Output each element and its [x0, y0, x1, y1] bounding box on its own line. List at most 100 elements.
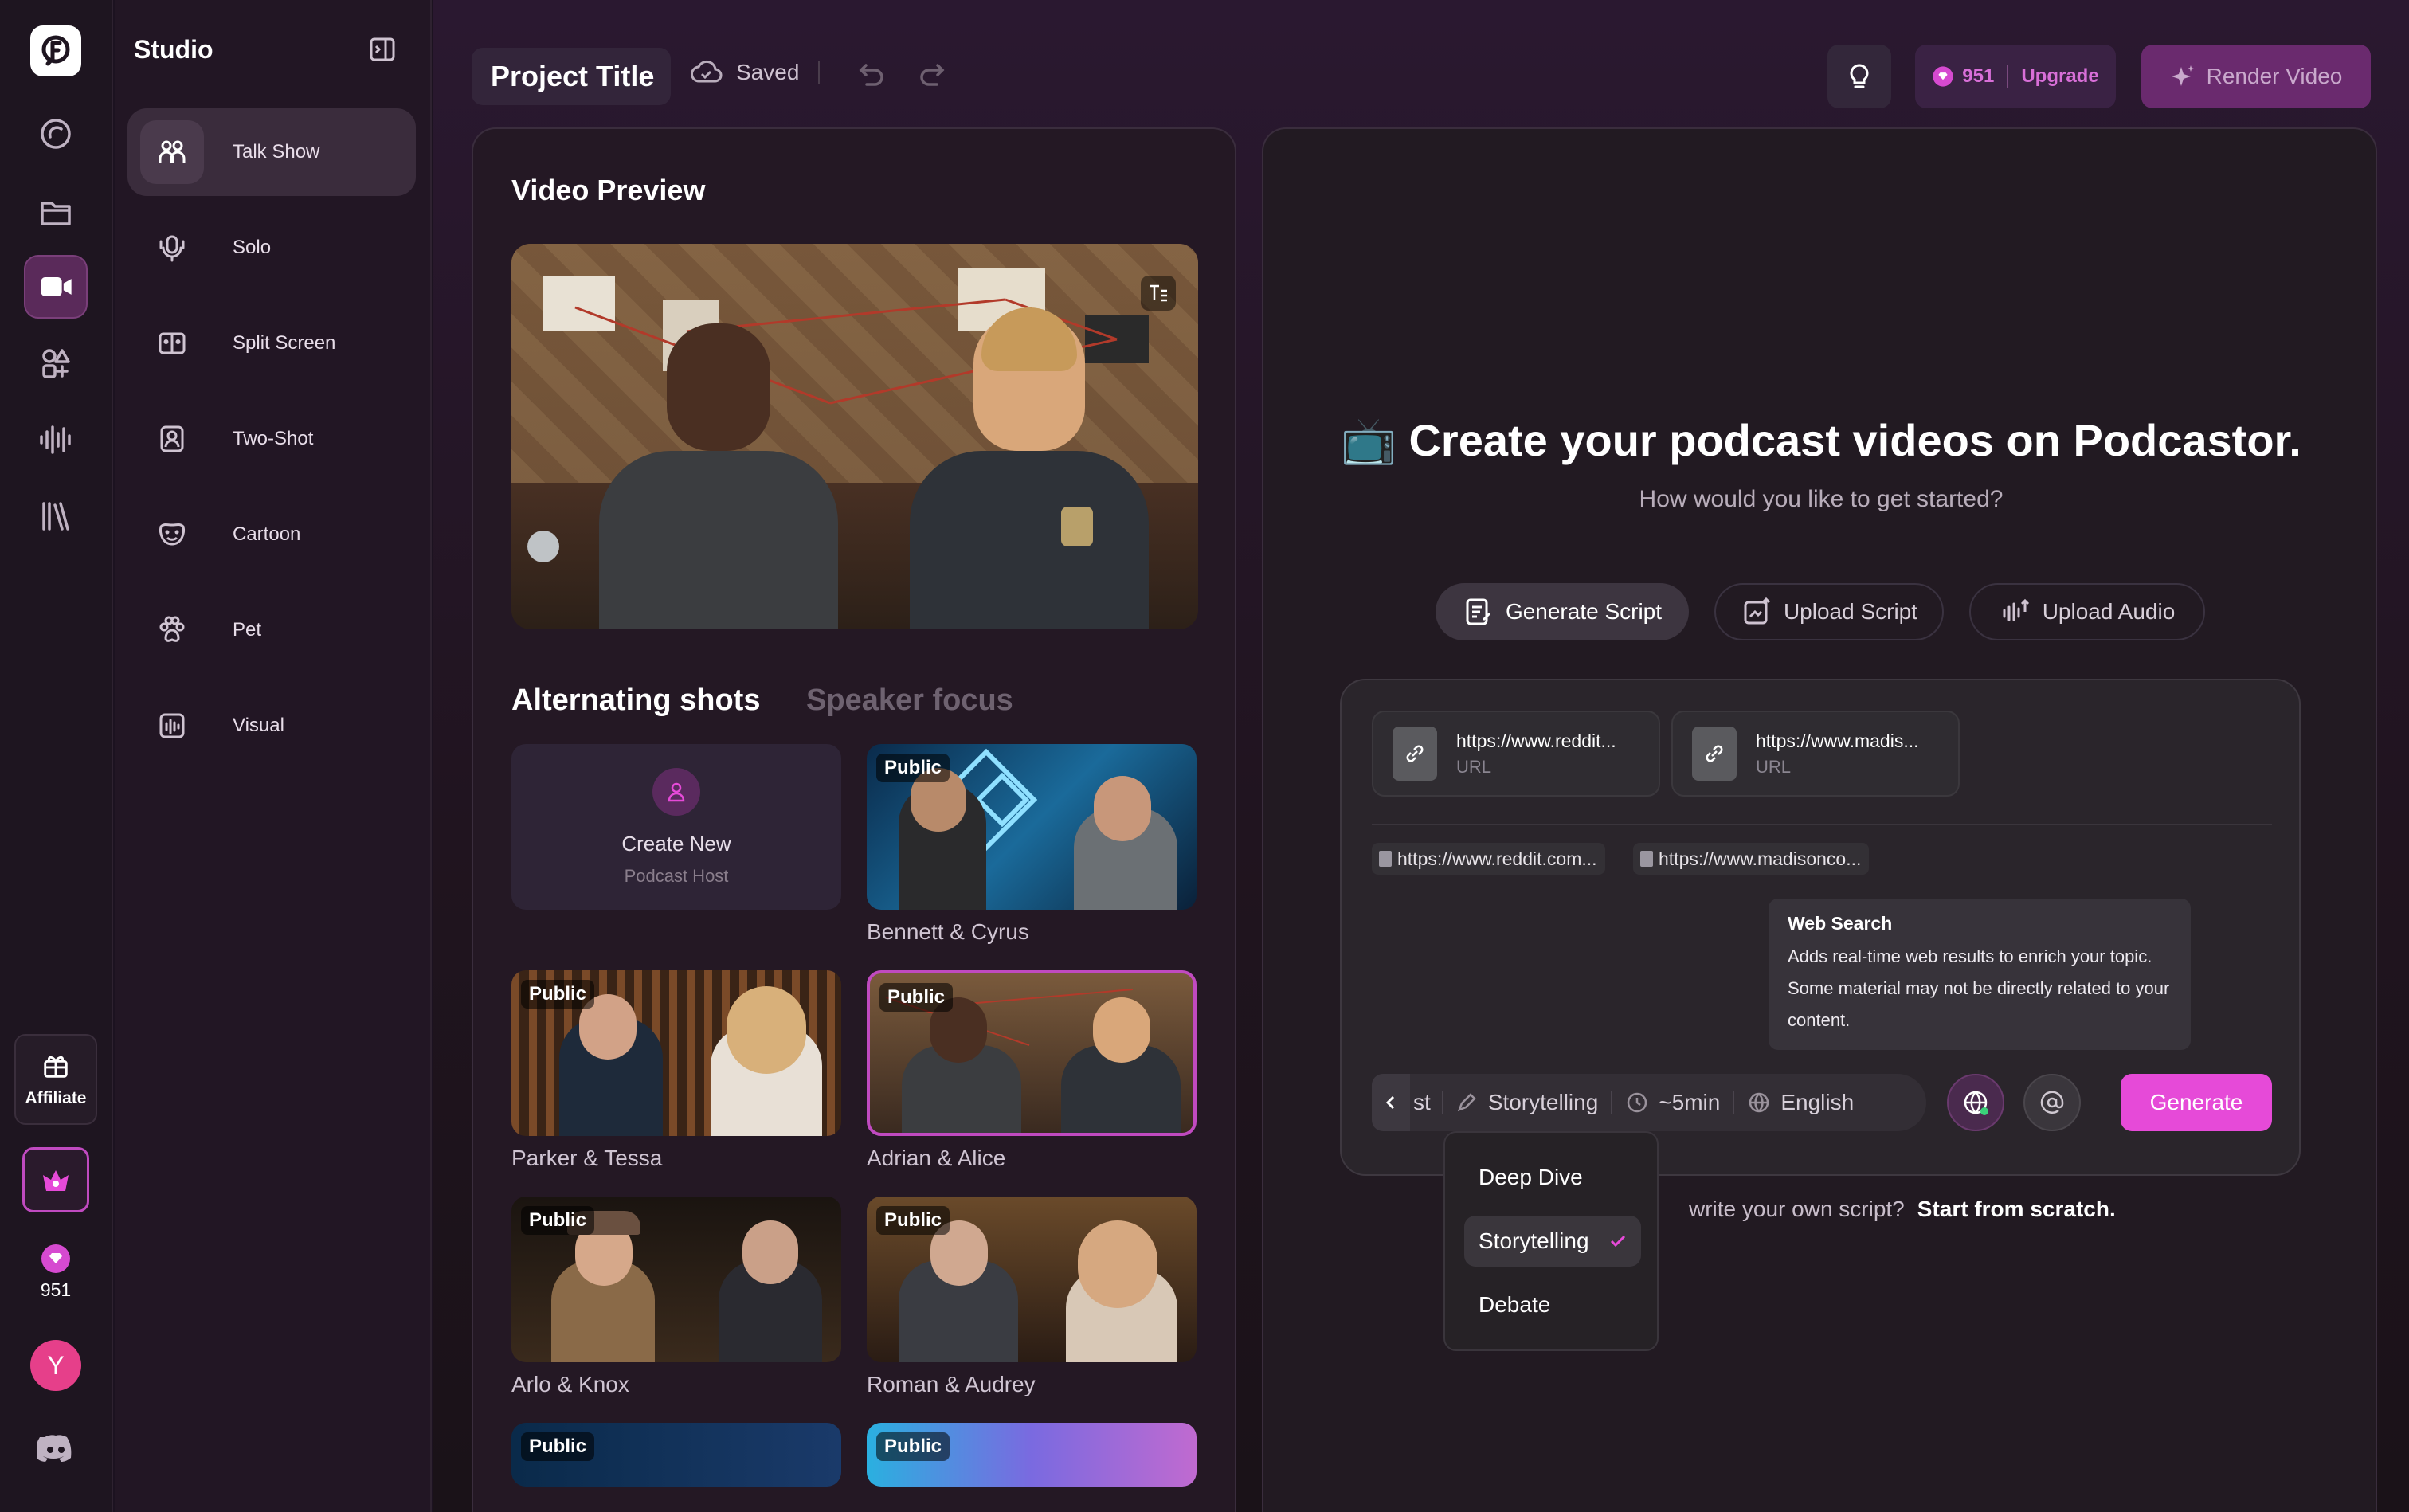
host-card-roman-audrey[interactable]: Public: [867, 1197, 1197, 1362]
host-card-partial[interactable]: Public: [511, 1423, 841, 1487]
video-preview-image: [511, 244, 1198, 629]
language-option[interactable]: English: [1780, 1090, 1854, 1115]
create-panel: 📺 Create your podcast videos on Podcasto…: [1262, 127, 2377, 1512]
upgrade-link[interactable]: Upgrade: [2021, 65, 2098, 88]
generate-button[interactable]: Generate: [2121, 1074, 2272, 1131]
host-card-arlo-knox[interactable]: Public: [511, 1197, 841, 1362]
web-search-toggle[interactable]: [1947, 1074, 2004, 1131]
mention-button[interactable]: [2023, 1074, 2081, 1131]
source-title: https://www.madis...: [1756, 730, 1919, 751]
scroll-left-button[interactable]: [1372, 1074, 1410, 1131]
app-logo[interactable]: [30, 25, 81, 76]
upload-audio-option[interactable]: Upload Audio: [1969, 583, 2205, 640]
host-name: Parker & Tessa: [511, 1146, 663, 1170]
generate-script-option[interactable]: Generate Script: [1436, 583, 1689, 640]
public-badge: Public: [521, 980, 595, 1009]
public-badge: Public: [876, 1206, 950, 1235]
upload-audio-label: Upload Audio: [2042, 599, 2176, 624]
host-name: Roman & Audrey: [867, 1372, 1036, 1396]
globe-icon: [1749, 1092, 1769, 1113]
tooltip-body: Adds real-time web results to enrich you…: [1788, 946, 2170, 1030]
avatar-letter: Y: [47, 1350, 65, 1380]
sidebar-item-label: Cartoon: [233, 523, 301, 545]
sidebar-item-two-shot[interactable]: Two-Shot: [127, 395, 416, 483]
folder-icon[interactable]: [24, 180, 88, 244]
premium-button[interactable]: [22, 1147, 89, 1212]
source-card[interactable]: https://www.reddit... URL: [1372, 711, 1660, 797]
globe-icon: [1964, 1091, 1988, 1115]
sidebar-item-visual[interactable]: Visual: [127, 682, 416, 770]
source-chip[interactable]: https://www.madisonco...: [1633, 843, 1870, 875]
sidebar-item-label: Talk Show: [233, 141, 320, 163]
avatar[interactable]: Y: [30, 1340, 81, 1391]
credits-upgrade[interactable]: 951 Upgrade: [1915, 45, 2116, 108]
source-chip[interactable]: https://www.reddit.com...: [1372, 843, 1605, 875]
tv-emoji: 📺: [1341, 415, 1396, 465]
sidebar-item-talk-show[interactable]: Talk Show: [127, 108, 416, 196]
shapes-icon[interactable]: [24, 331, 88, 395]
menu-item-label: Storytelling: [1479, 1228, 1589, 1253]
divider: [1372, 824, 2272, 825]
library-icon[interactable]: [24, 484, 88, 548]
public-badge: Public: [879, 983, 954, 1012]
host-card-adrian-alice[interactable]: Public: [867, 970, 1197, 1136]
host-figure: [1094, 776, 1151, 841]
pen-icon: [1457, 1093, 1476, 1112]
public-badge: Public: [876, 754, 950, 782]
menu-item-debate[interactable]: Debate: [1464, 1279, 1641, 1330]
style-option[interactable]: Storytelling: [1488, 1090, 1599, 1115]
credits-indicator[interactable]: 951: [24, 1243, 88, 1301]
project-title-field[interactable]: Project Title: [472, 48, 671, 105]
sidebar-item-pet[interactable]: Pet: [127, 586, 416, 674]
render-video-button[interactable]: Render Video: [2141, 45, 2371, 108]
host-card-partial[interactable]: Public: [867, 1423, 1197, 1487]
header-credits: 951: [1962, 65, 1995, 87]
source-type: URL: [1456, 756, 1492, 777]
tips-button[interactable]: [1827, 45, 1891, 108]
source-card[interactable]: https://www.madis... URL: [1671, 711, 1960, 797]
cut-option[interactable]: st: [1413, 1090, 1431, 1115]
save-status: Saved: [690, 59, 821, 86]
tab-speaker-focus[interactable]: Speaker focus: [806, 684, 1013, 718]
start-from-scratch-link[interactable]: Start from scratch.: [1917, 1197, 2116, 1222]
project-title: Project Title: [491, 60, 655, 92]
upload-script-icon: [1744, 597, 1771, 625]
host-card-bennett-cyrus[interactable]: Public: [867, 744, 1197, 910]
file-icon: [1379, 851, 1392, 867]
sidebar-item-solo[interactable]: Solo: [127, 204, 416, 292]
render-video-label: Render Video: [2206, 64, 2343, 88]
visual-icon: [140, 694, 204, 758]
gem-icon: [41, 1244, 70, 1273]
captions-icon[interactable]: [1141, 276, 1176, 311]
divider: [2007, 65, 2009, 88]
upload-audio-icon: [2003, 598, 2029, 621]
menu-item-deep-dive[interactable]: Deep Dive: [1464, 1152, 1641, 1203]
discord-icon[interactable]: [37, 1432, 75, 1464]
sidebar-item-cartoon[interactable]: Cartoon: [127, 491, 416, 578]
host-left-figure: [599, 323, 838, 629]
host-figure: [1078, 1220, 1157, 1308]
redo-icon[interactable]: [918, 59, 950, 91]
audio-waveform-icon[interactable]: [24, 408, 88, 472]
source-title: https://www.reddit...: [1456, 730, 1616, 751]
host-card-parker-tessa[interactable]: Public: [511, 970, 841, 1136]
menu-item-storytelling[interactable]: Storytelling: [1464, 1216, 1641, 1267]
menu-item-label: Deep Dive: [1479, 1165, 1583, 1189]
host-right-figure: [910, 307, 1149, 629]
check-icon: [1610, 1235, 1626, 1248]
host-figure: [1093, 997, 1150, 1063]
home-icon[interactable]: [24, 102, 88, 166]
create-new-host-card[interactable]: Create New Podcast Host: [511, 744, 841, 910]
sidebar-item-label: Split Screen: [233, 332, 336, 354]
tab-alternating-shots[interactable]: Alternating shots: [511, 684, 760, 718]
video-camera-icon[interactable]: [24, 255, 88, 319]
script-input-box[interactable]: https://www.reddit... URL https://www.ma…: [1340, 679, 2301, 1176]
video-preview-panel: Video Preview Alternating shots Speaker …: [472, 127, 1236, 1512]
sidebar-item-split-screen[interactable]: Split Screen: [127, 300, 416, 387]
length-option[interactable]: ~5min: [1659, 1090, 1720, 1115]
undo-icon[interactable]: [854, 59, 886, 91]
sidebar-collapse-icon[interactable]: [368, 35, 397, 64]
divider: [1611, 1091, 1613, 1114]
upload-script-option[interactable]: Upload Script: [1714, 583, 1944, 640]
affiliate-button[interactable]: Affiliate: [14, 1034, 97, 1125]
